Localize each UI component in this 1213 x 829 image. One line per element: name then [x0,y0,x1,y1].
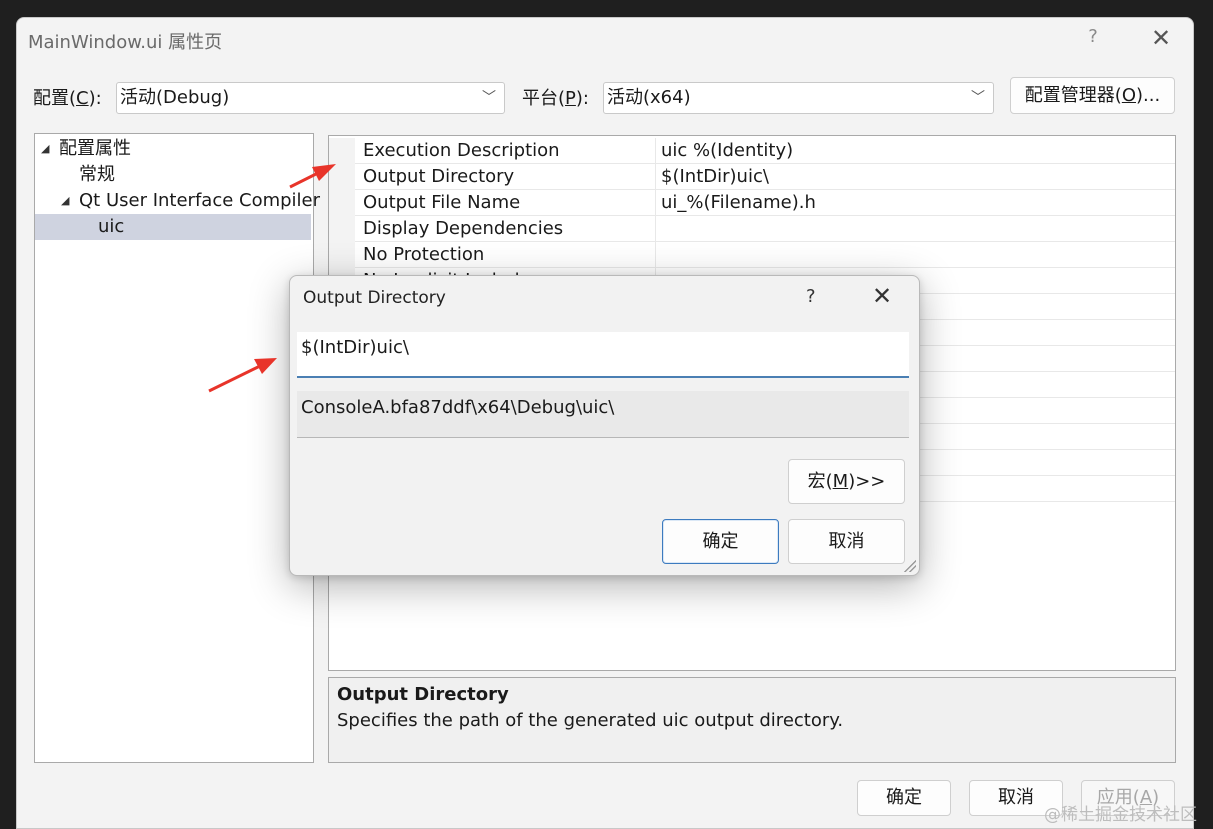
annotation-arrows [208,164,336,393]
arrow-icon [208,358,277,393]
watermark: @稀土掘金技术社区 [1044,805,1197,825]
arrow-icon [289,164,336,189]
